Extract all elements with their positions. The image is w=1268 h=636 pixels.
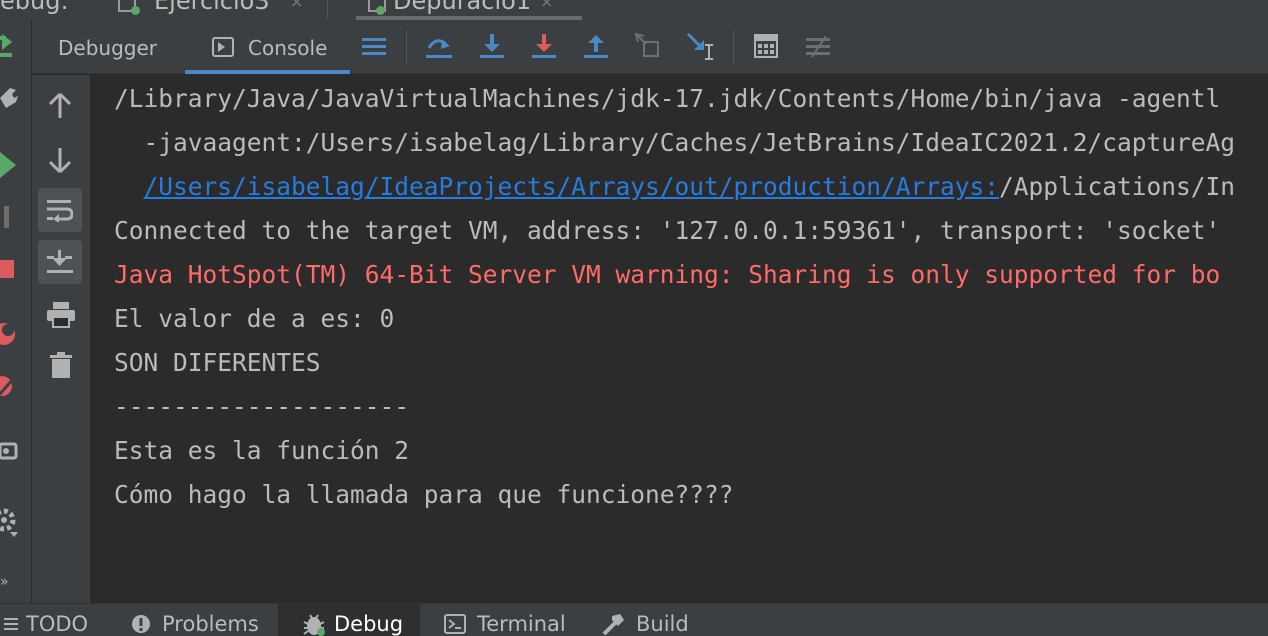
tab-debugger[interactable]: Debugger (58, 36, 157, 60)
debug-actions-strip: » (0, 20, 33, 603)
tool-tab-problems[interactable]: Problems (162, 612, 259, 636)
settings-gear-icon[interactable] (0, 508, 18, 537)
active-tab-underline (185, 70, 350, 74)
up-arrow-icon[interactable] (48, 92, 72, 120)
drop-frame-icon[interactable] (634, 32, 662, 60)
down-arrow-icon[interactable] (48, 146, 72, 174)
pause-icon[interactable] (4, 206, 9, 228)
print-icon[interactable] (47, 302, 75, 328)
close-tab-icon[interactable]: × (290, 0, 303, 11)
soft-wrap-icon (47, 200, 73, 222)
scroll-to-end-button[interactable] (38, 240, 82, 284)
console-line: -------------------- (114, 392, 410, 421)
step-out-icon[interactable] (584, 32, 608, 60)
step-over-icon[interactable] (426, 34, 454, 60)
toolbar-separator (406, 30, 407, 64)
trash-icon[interactable] (50, 352, 72, 378)
hammer-icon (602, 614, 624, 636)
tab-console[interactable]: Console (248, 36, 327, 60)
mute-breakpoints-icon[interactable] (0, 374, 18, 397)
tool-tab-terminal[interactable]: Terminal (477, 612, 566, 636)
tool-tab-build[interactable]: Build (636, 612, 689, 636)
running-dot-icon (376, 6, 385, 15)
modify-run-config-icon[interactable] (0, 88, 18, 108)
console-line: -javaagent:/Users/isabelag/Library/Cache… (114, 128, 1236, 157)
run-tab-ejercicio3[interactable]: Ejercicio3 (154, 0, 270, 15)
list-icon (4, 618, 18, 630)
rerun-icon[interactable] (0, 34, 12, 57)
console-line: SON DIFERENTES (114, 348, 321, 377)
problems-icon (132, 615, 150, 633)
camera-icon[interactable] (0, 442, 18, 460)
bug-icon (303, 614, 325, 636)
toolbar-separator (733, 30, 734, 64)
stop-icon[interactable] (0, 260, 14, 278)
evaluate-expression-icon[interactable] (754, 34, 778, 58)
run-tab-depuracio1[interactable]: Depuracio1 (393, 0, 531, 15)
svg-text:»: » (0, 574, 9, 590)
more-actions-icon[interactable]: » (0, 574, 9, 590)
tab-divider (327, 0, 328, 18)
run-tab-strip: ebug: Ejercicio3 × Depuracio1 × (0, 0, 1268, 20)
debug-actions-icons: » (0, 34, 18, 590)
console-icon (212, 37, 234, 57)
view-breakpoints-icon[interactable] (0, 323, 15, 345)
trace-icon[interactable] (806, 36, 832, 58)
run-to-cursor-icon[interactable] (686, 32, 716, 62)
step-into-icon[interactable] (480, 32, 504, 60)
soft-wrap-button[interactable] (38, 188, 82, 232)
classpath-link[interactable]: /Users/isabelag/IdeaProjects/Arrays/out/… (144, 172, 1000, 201)
console-line: /Users/isabelag/IdeaProjects/Arrays/out/… (114, 172, 1236, 201)
console-line: Esta es la función 2 (114, 436, 410, 465)
force-step-into-icon[interactable] (532, 32, 556, 60)
scroll-to-end-icon (47, 250, 73, 273)
console-line: /Library/Java/JavaVirtualMachines/jdk-17… (114, 84, 1221, 113)
close-tab-icon[interactable]: × (540, 0, 553, 11)
console-error-line: Java HotSpot(TM) 64-Bit Server VM warnin… (114, 260, 1221, 289)
console-line: Connected to the target VM, address: '12… (114, 216, 1221, 245)
running-dot-icon (131, 6, 140, 15)
tool-tab-todo[interactable]: TODO (26, 612, 88, 636)
console-line: El valor de a es: 0 (114, 304, 395, 333)
resume-icon[interactable] (0, 152, 16, 178)
terminal-icon (444, 614, 466, 634)
classpath-rest: /Applications/In (999, 172, 1236, 201)
tool-tab-debug[interactable]: Debug (334, 612, 403, 636)
lines-icon[interactable] (362, 36, 386, 58)
run-tab-debug[interactable]: ebug: (0, 0, 69, 15)
console-line: Cómo hago la llamada para que funcione??… (114, 480, 734, 509)
